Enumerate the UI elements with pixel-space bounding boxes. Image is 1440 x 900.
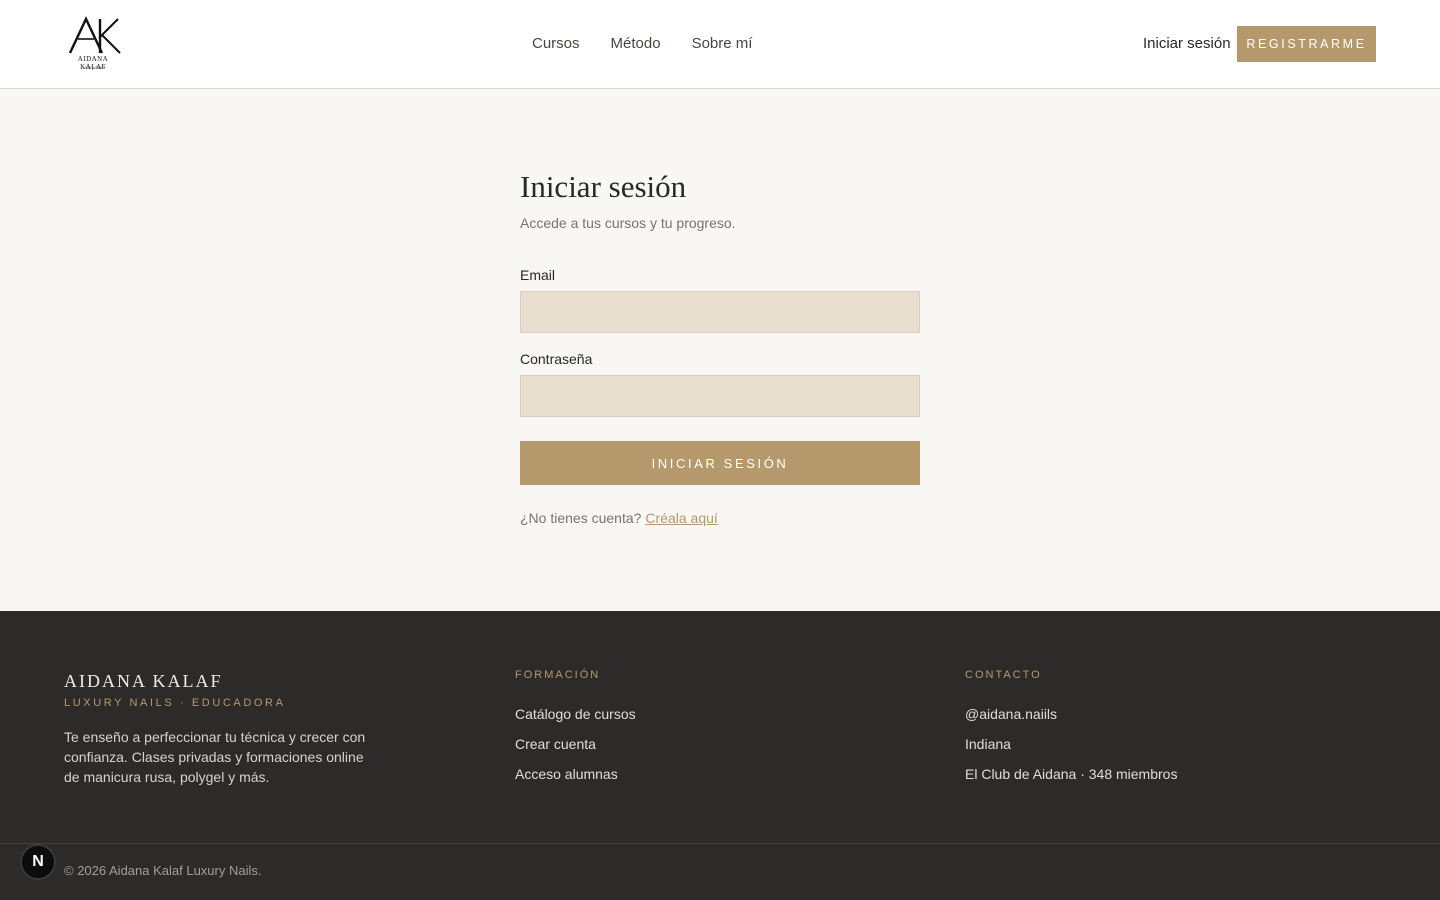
- footer-link-acceso[interactable]: Acceso alumnas: [515, 765, 636, 783]
- login-form: Iniciar sesión Accede a tus cursos y tu …: [520, 168, 920, 526]
- footer-tagline: Luxury Nails · Educadora: [64, 697, 286, 709]
- footer-column-formacion: Formación Catálogo de cursos Crear cuent…: [515, 669, 636, 783]
- logo-subtitle: Luxury Nails: [80, 65, 106, 70]
- logo-monogram-icon: [68, 16, 121, 54]
- footer-description: Te enseño a perfeccionar tu técnica y cr…: [64, 729, 366, 785]
- header-login-link[interactable]: Iniciar sesión: [1143, 35, 1231, 52]
- footer-link-catalogo[interactable]: Catálogo de cursos: [515, 705, 636, 723]
- footer-link-location[interactable]: Indiana: [965, 735, 1177, 753]
- main-nav: Cursos Método Sobre mí: [532, 35, 752, 52]
- register-button[interactable]: Registrarme: [1237, 26, 1376, 62]
- login-submit-button[interactable]: Iniciar sesión: [520, 441, 920, 485]
- email-label: Email: [520, 267, 556, 283]
- site-footer: Aidana Kalaf Luxury Nails · Educadora Te…: [0, 611, 1440, 900]
- site-header: AIDANA KALAF Luxury Nails Cursos Método …: [0, 0, 1440, 89]
- footer-link-crear-cuenta[interactable]: Crear cuenta: [515, 735, 636, 753]
- page-subtitle: Accede a tus cursos y tu progreso.: [520, 215, 736, 231]
- nav-cursos[interactable]: Cursos: [532, 35, 580, 52]
- footer-link-instagram[interactable]: @aidana.naiils: [965, 705, 1177, 723]
- password-label: Contraseña: [520, 351, 593, 367]
- nav-sobre-mi[interactable]: Sobre mí: [692, 35, 753, 52]
- footer-column-contacto: Contacto @aidana.naiils Indiana El Club …: [965, 669, 1177, 783]
- footer-link-club[interactable]: El Club de Aidana · 348 miembros: [965, 765, 1177, 783]
- footer-brand: Aidana Kalaf: [64, 671, 223, 691]
- brand-logo[interactable]: AIDANA KALAF Luxury Nails: [64, 15, 122, 73]
- footer-column-title: Formación: [515, 669, 601, 681]
- signup-prompt: ¿No tienes cuenta? Créala aquí: [520, 510, 718, 526]
- no-account-text: ¿No tienes cuenta?: [520, 510, 642, 526]
- create-account-link[interactable]: Créala aquí: [645, 510, 717, 526]
- password-field[interactable]: [520, 375, 920, 417]
- page-title: Iniciar sesión: [520, 169, 687, 204]
- email-field[interactable]: [520, 291, 920, 333]
- footer-divider: [0, 843, 1440, 844]
- copyright: © 2026 Aidana Kalaf Luxury Nails.: [64, 863, 262, 878]
- footer-column-title: Contacto: [965, 669, 1042, 681]
- nav-metodo[interactable]: Método: [611, 35, 661, 52]
- dev-badge-icon[interactable]: N: [20, 844, 56, 880]
